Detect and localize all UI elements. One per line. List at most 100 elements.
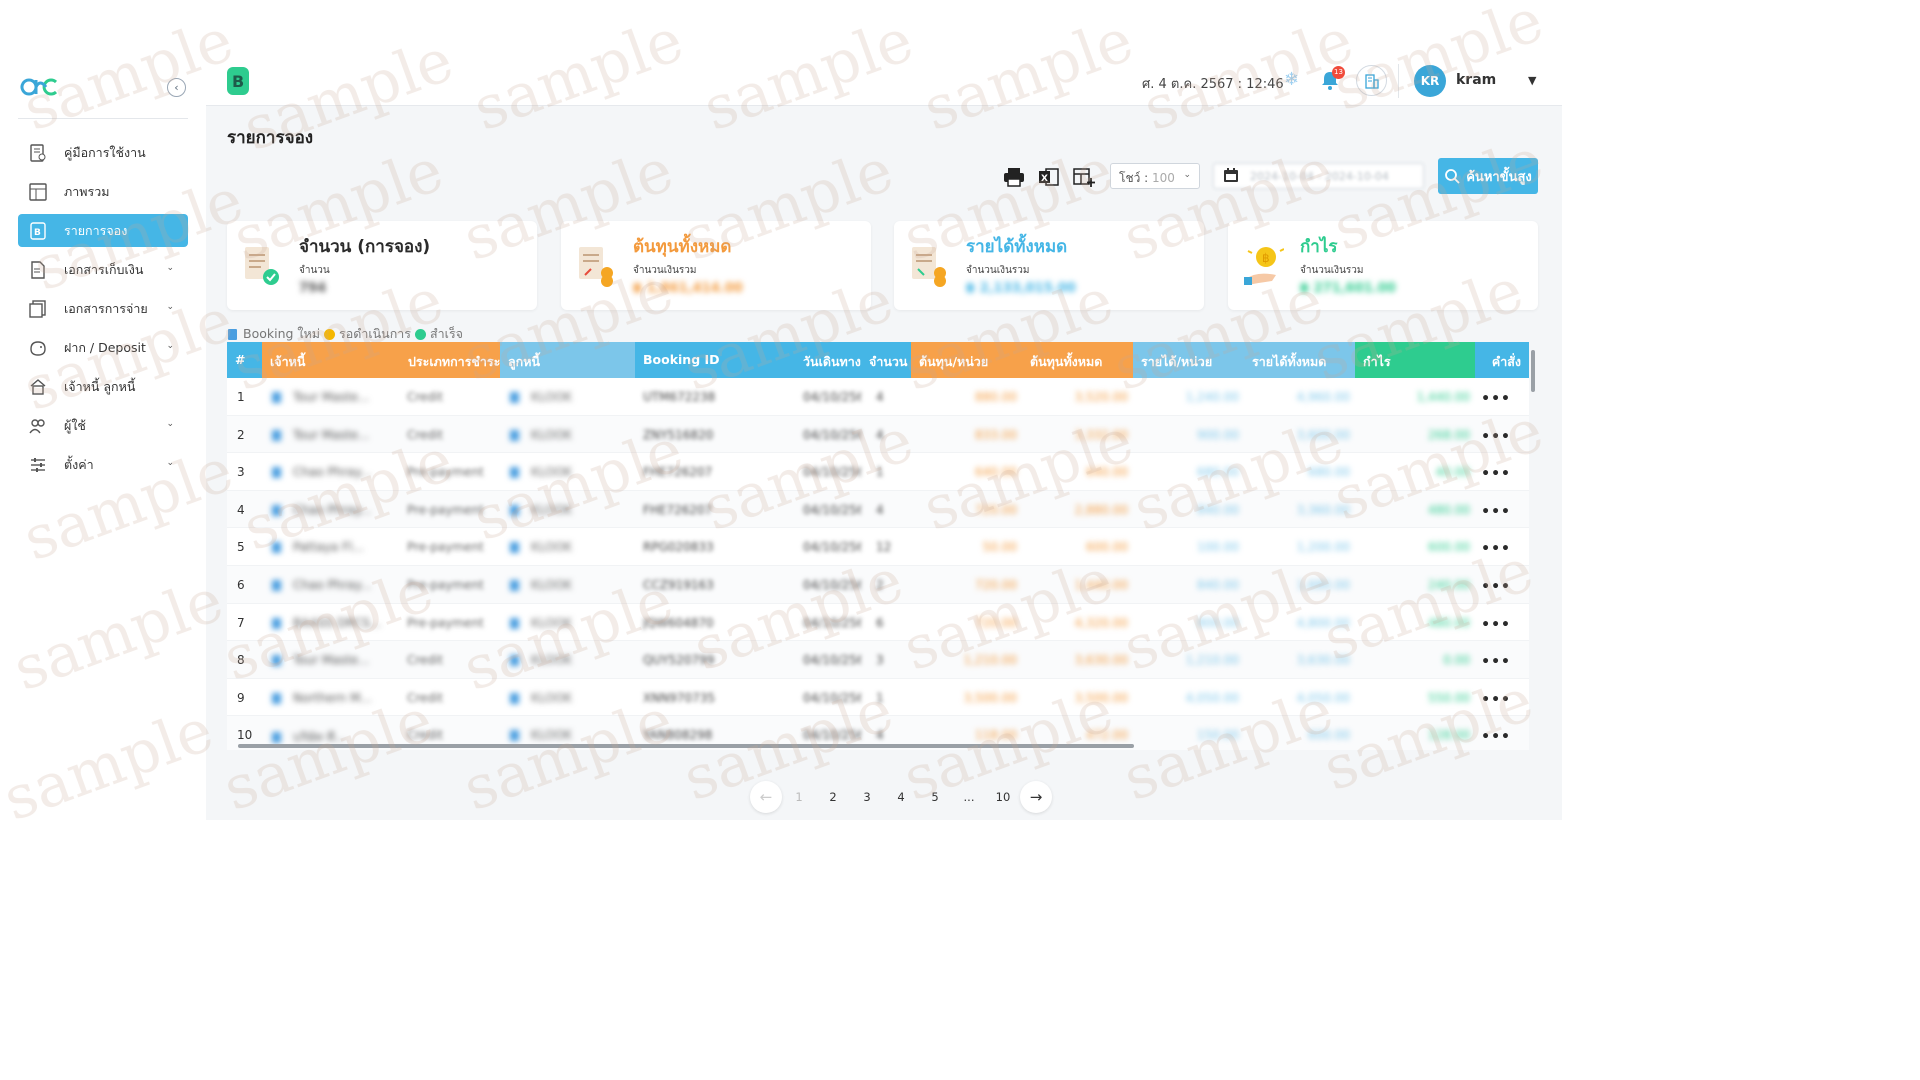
cell-text: 3,600.00: [1296, 427, 1350, 442]
cell-qty: 1: [876, 691, 884, 705]
table-row[interactable]: 5 Pattaya Fl... Pre-payment KLOOK RPG020833 0…: [227, 528, 1529, 566]
caret-down-icon[interactable]: ▼: [1528, 74, 1536, 87]
more-actions-icon[interactable]: •••: [1481, 429, 1511, 445]
more-actions-icon[interactable]: •••: [1481, 504, 1511, 520]
table-row[interactable]: 3 Chao Phray... Pre-payment KLOOK FHE726207 0…: [227, 453, 1529, 491]
cell-text: 04/10/2567: [803, 540, 861, 555]
prev-page-arrow-icon[interactable]: ←: [750, 781, 782, 813]
cell-debtor: KLOOK: [510, 465, 572, 479]
cell-cost-total: 640.00: [1086, 465, 1128, 479]
cell-text: Northern M...: [293, 690, 372, 705]
document-icon[interactable]: [272, 504, 281, 516]
page-number[interactable]: 1: [782, 781, 816, 813]
page-number[interactable]: 2: [816, 781, 850, 813]
date-range-input[interactable]: 2024-10-04 - 2024-10-04: [1213, 163, 1424, 189]
document-icon[interactable]: [272, 429, 281, 441]
col-header-booking-id[interactable]: Booking ID: [635, 342, 795, 378]
document-icon[interactable]: [510, 429, 519, 441]
document-icon[interactable]: [272, 580, 281, 591]
bookings-table: # เจ้าหนี้ ประเภทการชำระ ลูกหนี้ Booking…: [227, 342, 1529, 750]
more-actions-icon[interactable]: •••: [1481, 729, 1511, 745]
rows-per-page-select[interactable]: โชว์ : 100 ⌄: [1110, 163, 1200, 189]
excel-export-icon[interactable]: X: [1037, 165, 1061, 189]
cell-text: RPG020833: [643, 540, 714, 555]
table-row[interactable]: 8 Tour Maste... Credit KLOOK QUY520799 04/10/…: [227, 641, 1529, 679]
cell-booking-id: CCZ919163: [643, 578, 714, 592]
cell-cost-total: 472.00: [1086, 728, 1128, 742]
col-header-cost-total[interactable]: ต้นทุนทั้งหมด: [1022, 342, 1133, 378]
document-icon[interactable]: [272, 732, 281, 744]
advanced-search-button[interactable]: ค้นหาขั้นสูง: [1438, 158, 1538, 194]
sidebar-item-settings[interactable]: ตั้งค่า ⌄: [18, 448, 188, 481]
more-actions-icon[interactable]: •••: [1481, 466, 1511, 482]
snowflake-icon[interactable]: ❄: [1284, 69, 1299, 90]
more-actions-icon[interactable]: •••: [1481, 692, 1511, 708]
sidebar-item-label: เจ้าหนี้ ลูกหนี้: [64, 378, 136, 394]
document-icon[interactable]: [272, 392, 281, 403]
col-header-revenue-total[interactable]: รายได้ทั้งหมด: [1244, 342, 1355, 378]
table-row[interactable]: 6 Chao Phray... Pre-payment KLOOK CCZ919163 0…: [227, 566, 1529, 604]
col-header-travel-date[interactable]: วันเดินทาง: [795, 342, 861, 378]
more-actions-icon[interactable]: •••: [1481, 391, 1511, 407]
more-actions-icon[interactable]: •••: [1481, 617, 1511, 633]
document-icon[interactable]: [510, 692, 519, 704]
document-icon[interactable]: [272, 617, 281, 629]
document-icon[interactable]: [272, 692, 281, 704]
sidebar-item-users[interactable]: ผู้ใช้ ⌄: [18, 409, 188, 442]
next-page-arrow-icon[interactable]: →: [1020, 781, 1052, 813]
cell-booking-id: YAN808298: [643, 728, 712, 742]
avatar[interactable]: KR: [1414, 65, 1446, 97]
page-number[interactable]: 5: [918, 781, 952, 813]
sidebar-item-dashboard[interactable]: ภาพรวม: [18, 175, 188, 208]
more-actions-icon[interactable]: •••: [1481, 541, 1511, 557]
collapse-sidebar-button[interactable]: ‹: [167, 78, 186, 97]
table-row[interactable]: 9 Northern M... Credit KLOOK XNN970735 04/10/…: [227, 679, 1529, 717]
sidebar-item-invoices[interactable]: เอกสารเก็บเงิน ⌄: [18, 253, 188, 286]
cell-cost-total: 3,332.00: [1075, 428, 1128, 442]
page-number[interactable]: 4: [884, 781, 918, 813]
col-header-profit[interactable]: กำไร: [1355, 342, 1475, 378]
print-icon[interactable]: [1002, 165, 1026, 189]
document-icon[interactable]: [510, 542, 519, 554]
cell-text: Chao Phray...: [293, 465, 372, 480]
sidebar-item-bookings[interactable]: B รายการจอง: [18, 214, 188, 247]
sidebar-item-manual[interactable]: คู่มือการใช้งาน: [18, 136, 188, 169]
page-number[interactable]: 3: [850, 781, 884, 813]
col-header-creditor[interactable]: เจ้าหนี้: [262, 342, 400, 378]
organization-button[interactable]: [1356, 65, 1387, 96]
sidebar-item-deposit[interactable]: ฝาก / Deposit ⌄: [18, 331, 188, 364]
card-title: กำไร: [1300, 237, 1338, 257]
topbar-divider: [1398, 64, 1399, 98]
document-icon[interactable]: [272, 542, 281, 554]
col-header-payment-type[interactable]: ประเภทการชำระ: [400, 342, 500, 378]
table-header: # เจ้าหนี้ ประเภทการชำระ ลูกหนี้ Booking…: [227, 342, 1529, 378]
document-icon[interactable]: [510, 580, 519, 591]
col-header-revenue-unit[interactable]: รายได้/หน่วย: [1133, 342, 1244, 378]
document-icon[interactable]: [510, 655, 519, 667]
sidebar-item-payment-docs[interactable]: เอกสารการจ่าย ⌄: [18, 292, 188, 325]
document-icon[interactable]: [510, 504, 519, 516]
username[interactable]: kram: [1456, 72, 1496, 88]
sidebar-item-creditors[interactable]: เจ้าหนี้ ลูกหนี้: [18, 370, 188, 403]
col-header-debtor[interactable]: ลูกหนี้: [500, 342, 635, 378]
cell-text: 4,320.00: [1074, 615, 1128, 630]
document-icon[interactable]: [272, 655, 281, 667]
page-number[interactable]: 10: [986, 781, 1020, 813]
col-header-qty[interactable]: จำนวน: [861, 342, 911, 378]
col-header-cost-unit[interactable]: ต้นทุน/หน่วย: [911, 342, 1022, 378]
document-icon[interactable]: [510, 730, 519, 742]
more-actions-icon[interactable]: •••: [1481, 579, 1511, 595]
horizontal-scrollbar[interactable]: [238, 744, 1134, 748]
vertical-scrollbar[interactable]: [1531, 350, 1535, 392]
document-icon[interactable]: [272, 467, 281, 479]
table-row[interactable]: 1 Tour Maste... Credit KLOOK UTM672238 04/10/…: [227, 378, 1529, 416]
cell-text: 4: [876, 427, 884, 442]
document-icon[interactable]: [510, 392, 519, 403]
more-actions-icon[interactable]: •••: [1481, 654, 1511, 670]
table-row[interactable]: 2 Tour Maste... Credit KLOOK ZNY516820 04/10/…: [227, 415, 1529, 454]
document-icon[interactable]: [510, 617, 519, 629]
document-icon[interactable]: [510, 467, 519, 479]
table-row[interactable]: 4 Chao Phray... Pre-payment KLOOK FHE726207 0…: [227, 490, 1529, 529]
add-column-icon[interactable]: [1072, 165, 1096, 189]
table-row[interactable]: 7 BAASS DRCS... Pre-payment KLOOK JQW604870 0…: [227, 604, 1529, 642]
